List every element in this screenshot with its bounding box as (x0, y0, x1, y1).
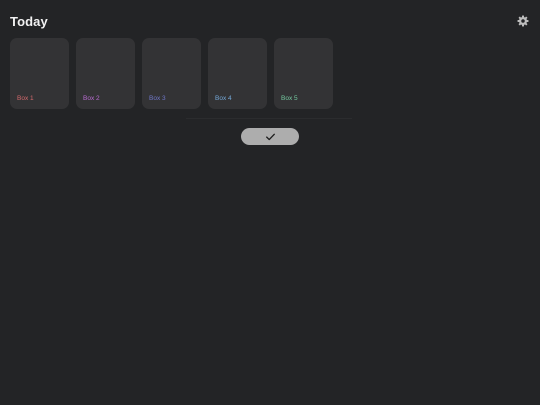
box-label: Box 5 (281, 95, 298, 102)
box-label: Box 2 (83, 95, 100, 102)
divider (186, 118, 352, 119)
box-label: Box 1 (17, 95, 34, 102)
box-card-1[interactable]: Box 1 (10, 38, 69, 109)
today-screen: Today Box 1 Box 2 Box 3 Box 4 Box 5 (0, 0, 540, 405)
confirm-button[interactable] (241, 128, 299, 145)
box-list: Box 1 Box 2 Box 3 Box 4 Box 5 (10, 38, 333, 109)
gear-icon (517, 15, 529, 27)
box-label: Box 3 (149, 95, 166, 102)
box-card-4[interactable]: Box 4 (208, 38, 267, 109)
box-card-2[interactable]: Box 2 (76, 38, 135, 109)
box-label: Box 4 (215, 95, 232, 102)
box-card-3[interactable]: Box 3 (142, 38, 201, 109)
checkmark-icon (265, 133, 275, 140)
settings-button[interactable] (516, 14, 530, 28)
box-card-5[interactable]: Box 5 (274, 38, 333, 109)
page-title: Today (10, 14, 48, 29)
